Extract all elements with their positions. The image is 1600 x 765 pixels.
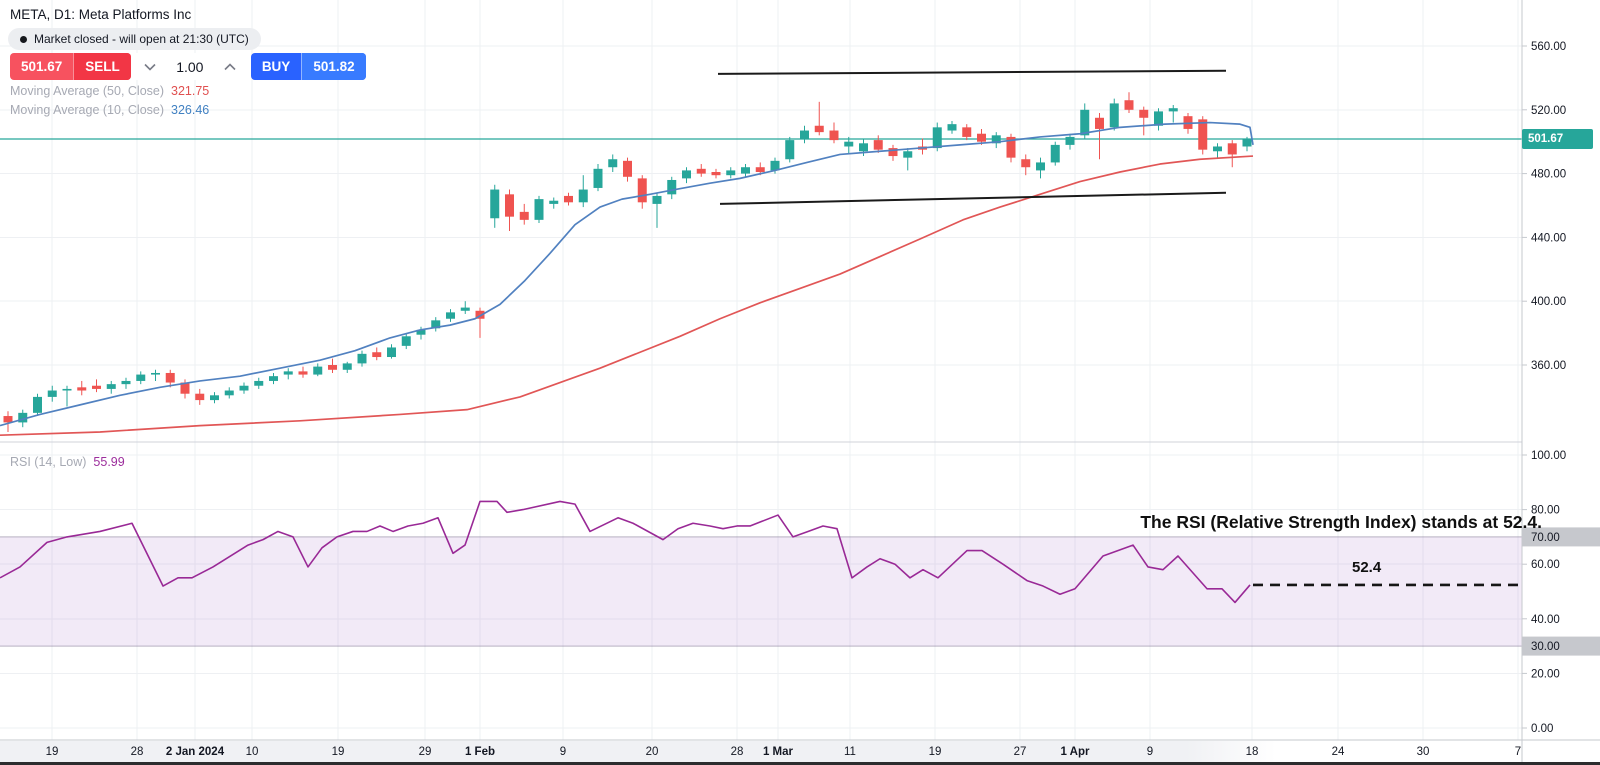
svg-text:60.00: 60.00	[1531, 559, 1560, 571]
svg-text:520.00: 520.00	[1531, 105, 1566, 117]
time-axis[interactable]: 19 28 2 Jan 2024 10 19 29 1 Feb 9 20 28 1 Mar 11 19 2…	[0, 740, 1600, 762]
market-status-text: Market closed - will open at 21:30 (UTC)	[34, 32, 249, 46]
svg-text:20.00: 20.00	[1531, 668, 1560, 680]
ma50-label: Moving Average (50, Close)	[10, 84, 164, 98]
svg-text:20: 20	[646, 746, 659, 758]
chevron-down-icon[interactable]	[133, 63, 167, 71]
svg-text:28: 28	[731, 746, 744, 758]
svg-text:10: 10	[246, 746, 259, 758]
rsi-level-label: 52.4	[1352, 559, 1381, 576]
svg-text:19: 19	[929, 746, 942, 758]
svg-text:27: 27	[1014, 746, 1027, 758]
svg-text:2 Jan 2024: 2 Jan 2024	[166, 746, 225, 758]
svg-text:7: 7	[1515, 746, 1521, 758]
svg-text:1 Apr: 1 Apr	[1061, 746, 1090, 758]
sell-price[interactable]: 501.67	[10, 53, 73, 80]
svg-text:360.00: 360.00	[1531, 360, 1566, 372]
svg-text:1 Feb: 1 Feb	[465, 746, 495, 758]
rsi-band	[0, 537, 1522, 646]
price-axis[interactable]: 560.00 520.00 480.00 440.00 400.00 360.00 100.…	[1522, 0, 1600, 762]
candles	[4, 92, 1252, 432]
svg-text:19: 19	[46, 746, 59, 758]
svg-text:9: 9	[1147, 746, 1153, 758]
svg-text:40.00: 40.00	[1531, 614, 1560, 626]
svg-text:30: 30	[1417, 746, 1430, 758]
svg-text:1 Mar: 1 Mar	[763, 746, 794, 758]
ma10-value: 326.46	[171, 103, 209, 117]
indicator-legend-ma10: Moving Average (10, Close) 326.46	[10, 103, 209, 117]
svg-text:9: 9	[560, 746, 566, 758]
trade-panel: 501.67 SELL 1.00 BUY 501.82	[10, 53, 366, 80]
market-status-dot-icon	[20, 36, 27, 43]
chart-canvas[interactable]: 560.00520.00480.00440.00400.00360.00100.…	[0, 0, 1600, 765]
sell-button[interactable]: 501.67 SELL	[10, 53, 131, 80]
svg-text:100.00: 100.00	[1531, 450, 1566, 462]
buy-button[interactable]: BUY 501.82	[251, 53, 366, 80]
svg-text:28: 28	[131, 746, 144, 758]
ma10-label: Moving Average (10, Close)	[10, 103, 164, 117]
svg-text:440.00: 440.00	[1531, 232, 1566, 244]
svg-text:30.00: 30.00	[1531, 641, 1560, 653]
last-price-axis-label: 501.67	[1522, 129, 1593, 149]
svg-text:70.00: 70.00	[1531, 532, 1560, 544]
svg-text:24: 24	[1332, 746, 1345, 758]
sell-label[interactable]: SELL	[73, 53, 131, 80]
market-status-pill: Market closed - will open at 21:30 (UTC)	[8, 28, 261, 50]
buy-label[interactable]: BUY	[251, 53, 302, 80]
rsi-label: RSI (14, Low)	[10, 455, 86, 469]
chevron-up-icon[interactable]	[213, 63, 247, 71]
rsi-value: 55.99	[93, 455, 124, 469]
svg-text:19: 19	[332, 746, 345, 758]
svg-text:480.00: 480.00	[1531, 169, 1566, 181]
indicator-legend-ma50: Moving Average (50, Close) 321.75	[10, 84, 209, 98]
svg-text:400.00: 400.00	[1531, 296, 1566, 308]
symbol-title: META, D1: Meta Platforms Inc	[10, 7, 191, 22]
svg-text:11: 11	[844, 746, 856, 758]
buy-price[interactable]: 501.82	[301, 53, 365, 80]
svg-text:0.00: 0.00	[1531, 723, 1553, 735]
quantity-value[interactable]: 1.00	[167, 59, 213, 75]
rsi-legend: RSI (14, Low) 55.99	[10, 455, 125, 469]
svg-text:560.00: 560.00	[1531, 41, 1566, 53]
ma50-value: 321.75	[171, 84, 209, 98]
svg-text:29: 29	[419, 746, 432, 758]
trading-chart-window: 560.00520.00480.00440.00400.00360.00100.…	[0, 0, 1600, 765]
rsi-annotation-text: The RSI (Relative Strength Index) stands…	[1140, 512, 1542, 533]
quantity-stepper: 1.00	[133, 53, 247, 80]
svg-text:18: 18	[1246, 746, 1259, 758]
